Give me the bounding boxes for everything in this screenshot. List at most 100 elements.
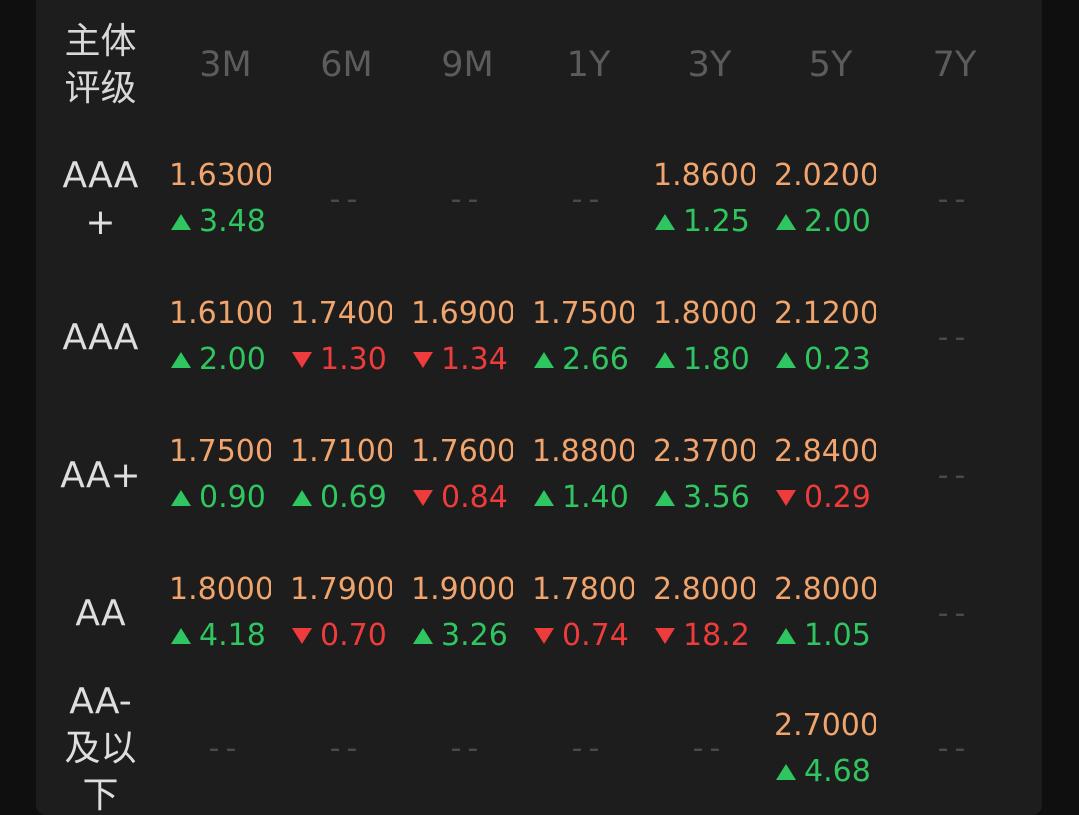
change-value: 3.48 [199,204,266,239]
triangle-down-icon [534,628,554,644]
triangle-up-icon [776,763,796,780]
change-value: 18.2 [683,618,750,653]
yield-value: 2.1200 [774,296,876,331]
rating-label: AAA [62,316,139,358]
yield-cell[interactable]: 2.0200 2.00 [770,130,891,268]
triangle-up-icon [171,352,191,368]
yield-value: 1.6900 [411,296,513,331]
triangle-up-icon [171,628,191,644]
yield-value: 2.3700 [653,434,755,469]
empty-cell: -- [329,731,364,766]
yield-cell[interactable]: 1.7500 0.90 [165,406,286,544]
yield-change: 4.18 [169,613,286,659]
change-value: 1.80 [683,342,750,377]
yield-change: 1.40 [532,475,649,521]
term-header-5y[interactable]: 5Y [770,0,891,130]
yield-cell[interactable]: 1.7900 0.70 [286,544,407,682]
triangle-up-icon [171,490,191,506]
yield-change: 0.69 [290,475,407,521]
triangle-up-icon [655,490,675,506]
yield-cell[interactable]: 1.6900 1.34 [407,268,528,406]
empty-cell: -- [450,181,485,217]
change-value: 2.00 [804,204,871,239]
rating-label: AA- 及以 下 [64,681,137,815]
rating-column-header: 主体 评级 [64,21,137,109]
term-header-3m[interactable]: 3M [165,0,286,130]
yield-change: 1.30 [290,337,407,383]
yield-cell[interactable]: 1.9000 3.26 [407,544,528,682]
empty-cell: -- [937,319,972,355]
yield-change: 18.2 [653,613,770,659]
yield-change: 0.29 [774,475,891,521]
change-value: 2.00 [199,342,266,377]
yield-change: 1.80 [653,337,770,383]
triangle-up-icon [655,214,675,230]
yield-value: 2.7000 [774,707,876,743]
yield-value: 1.7800 [532,572,634,607]
yield-value: 1.8000 [653,296,755,331]
yield-value: 1.7600 [411,434,513,469]
yield-value: 1.7900 [290,572,392,607]
yield-change: 0.84 [411,475,528,521]
triangle-up-icon [534,490,554,506]
yield-cell[interactable]: 2.1200 0.23 [770,268,891,406]
yield-cell[interactable]: 2.7000 4.68 [770,682,891,815]
triangle-up-icon [534,352,554,368]
yield-change: 2.00 [774,199,891,245]
triangle-up-icon [292,490,312,506]
change-value: 3.26 [441,618,508,653]
yield-value: 2.0200 [774,158,876,193]
triangle-up-icon [413,628,433,644]
yield-cell[interactable]: 1.6100 2.00 [165,268,286,406]
triangle-down-icon [655,628,675,644]
yield-table: 主体 评级 3M 6M 9M 1Y 3Y 5Y 7Y AAA + 1.6300 3.… [36,0,1018,815]
yield-change: 0.23 [774,337,891,383]
triangle-down-icon [413,490,433,506]
change-value: 0.69 [320,480,387,515]
yield-change: 0.90 [169,475,286,521]
yield-cell[interactable]: 2.8000 1.05 [770,544,891,682]
yield-cell[interactable]: 2.8400 0.29 [770,406,891,544]
term-header-7y[interactable]: 7Y [891,0,1018,130]
triangle-up-icon [171,214,191,230]
yield-change: 4.68 [774,749,891,795]
rating-label: AA [75,592,126,634]
empty-cell: -- [937,731,972,766]
yield-change: 1.34 [411,337,528,383]
rating-label: AAA + [62,155,139,243]
change-value: 0.23 [804,342,871,377]
change-value: 1.05 [804,618,871,653]
yield-value: 1.6100 [169,296,271,331]
term-header-3y[interactable]: 3Y [649,0,770,130]
yield-cell[interactable]: 2.8000 18.2 [649,544,770,682]
yield-change: 2.66 [532,337,649,383]
term-header-9m[interactable]: 9M [407,0,528,130]
yield-value: 2.8000 [653,572,755,607]
yield-table-card: 主体 评级 3M 6M 9M 1Y 3Y 5Y 7Y AAA + 1.6300 3.… [36,0,1042,815]
change-value: 0.74 [562,618,629,653]
change-value: 1.30 [320,342,387,377]
yield-cell[interactable]: 1.8000 4.18 [165,544,286,682]
empty-cell: -- [937,181,972,217]
empty-cell: -- [450,731,485,766]
yield-cell[interactable]: 1.7400 1.30 [286,268,407,406]
change-value: 2.66 [562,342,629,377]
yield-cell[interactable]: 1.7500 2.66 [528,268,649,406]
yield-change: 0.74 [532,613,649,659]
change-value: 1.34 [441,342,508,377]
term-header-6m[interactable]: 6M [286,0,407,130]
yield-cell[interactable]: 2.3700 3.56 [649,406,770,544]
yield-value: 2.8000 [774,572,876,607]
yield-cell[interactable]: 1.8000 1.80 [649,268,770,406]
yield-cell[interactable]: 1.7600 0.84 [407,406,528,544]
yield-change: 1.25 [653,199,770,245]
yield-cell[interactable]: 1.8600 1.25 [649,130,770,268]
change-value: 0.90 [199,480,266,515]
yield-cell[interactable]: 1.7800 0.74 [528,544,649,682]
yield-value: 1.7400 [290,296,392,331]
term-header-1y[interactable]: 1Y [528,0,649,130]
yield-cell[interactable]: 1.6300 3.48 [165,130,286,268]
yield-cell[interactable]: 1.7100 0.69 [286,406,407,544]
yield-cell[interactable]: 1.8800 1.40 [528,406,649,544]
change-value: 1.40 [562,480,629,515]
